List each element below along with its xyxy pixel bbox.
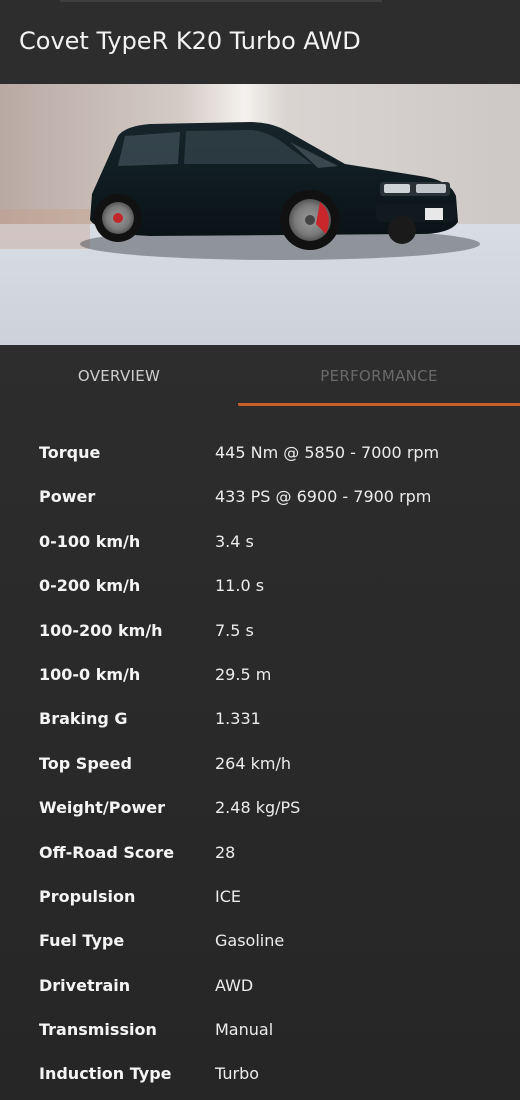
spec-label: Torque [39,443,101,462]
spec-row-top-speed: Top Speed 264 km/h [39,744,509,788]
spec-row-0-100: 0-100 km/h 3.4 s [39,522,509,566]
spec-row-fuel-type: Fuel Type Gasoline [39,921,509,965]
spec-row-torque: Torque 445 Nm @ 5850 - 7000 rpm [39,433,509,477]
active-tab-indicator [238,403,520,406]
spec-row-transmission: Transmission Manual [39,1010,509,1054]
spec-value: 11.0 s [215,576,265,596]
spec-row-weight-power: Weight/Power 2.48 kg/PS [39,788,509,832]
spec-value: ICE [215,886,241,906]
spec-value: Gasoline [215,931,285,951]
vehicle-title: Covet TypeR K20 Turbo AWD [19,27,361,55]
spec-value: 264 km/h [215,753,292,773]
spec-row-off-road-score: Off-Road Score 28 [39,833,509,877]
spec-label: Weight/Power [39,798,165,818]
spec-label: 0-200 km/h [39,576,141,596]
spec-row-0-200: 0-200 km/h 11.0 s [39,566,509,610]
tab-bar: OVERVIEW PERFORMANCE [0,345,520,407]
spec-value: 7.5 s [215,620,254,640]
spec-value: 1.331 [215,709,261,729]
spec-label: Induction Type [39,1064,172,1084]
spec-row-propulsion: Propulsion ICE [39,877,509,921]
spec-value: AWD [215,975,254,995]
spec-label: 0-100 km/h [39,531,141,551]
spec-label: Power [39,487,96,507]
spec-value: 28 [215,842,236,862]
performance-spec-list: Torque 445 Nm @ 5850 - 7000 rpm Power 43… [39,433,509,1099]
spec-value: 29.5 m [215,664,272,684]
header-bar: Covet TypeR K20 Turbo AWD [0,0,520,84]
spec-row-drivetrain: Drivetrain AWD [39,966,509,1010]
spec-row-100-200: 100-200 km/h 7.5 s [39,611,509,655]
spec-label: 100-200 km/h [39,620,163,640]
spec-value: 433 PS @ 6900 - 7900 rpm [215,487,432,507]
tab-performance[interactable]: PERFORMANCE [238,345,520,407]
spec-row-power: Power 433 PS @ 6900 - 7900 rpm [39,477,509,521]
spec-row-braking-g: Braking G 1.331 [39,699,509,743]
spec-label: Top Speed [39,753,132,773]
spec-label: Off-Road Score [39,842,175,862]
spec-value: 445 Nm @ 5850 - 7000 rpm [215,443,440,462]
spec-label: Transmission [39,1020,157,1040]
spec-value: 2.48 kg/PS [215,798,301,818]
spec-row-induction-type: Induction Type Turbo [39,1054,509,1098]
spec-label: Fuel Type [39,931,125,951]
spec-label: Braking G [39,709,128,729]
spec-value: Manual [215,1020,274,1040]
spec-row-100-0: 100-0 km/h 29.5 m [39,655,509,699]
spec-value: 3.4 s [215,531,254,551]
spec-label: Propulsion [39,886,136,906]
vehicle-photo [0,84,520,345]
spec-label: Drivetrain [39,975,131,995]
spec-value: Turbo [215,1064,260,1084]
header-accent-line [60,0,382,2]
spec-label: 100-0 km/h [39,664,141,684]
tab-overview[interactable]: OVERVIEW [0,345,238,407]
